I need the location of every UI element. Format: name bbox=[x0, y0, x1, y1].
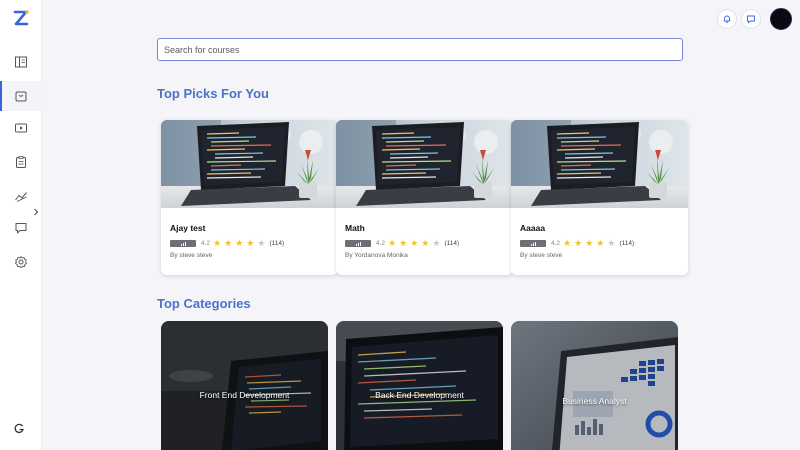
level-bars-icon bbox=[345, 240, 371, 247]
course-thumbnail bbox=[336, 120, 513, 208]
course-thumbnail bbox=[161, 120, 338, 208]
search-input[interactable] bbox=[157, 38, 683, 61]
star-icon: ★ bbox=[388, 238, 397, 248]
g-icon[interactable] bbox=[13, 423, 25, 435]
logo[interactable] bbox=[12, 9, 30, 27]
course-author: By steve steve bbox=[520, 252, 563, 259]
top-categories-heading: Top Categories bbox=[157, 296, 251, 311]
rating-value: 4.2 bbox=[201, 240, 211, 247]
category-card[interactable]: Back End Development bbox=[336, 321, 503, 450]
sidebar-item-settings[interactable] bbox=[0, 247, 42, 277]
chat-icon bbox=[15, 223, 27, 234]
shopping-bag-icon bbox=[15, 91, 27, 102]
course-author: By Yordanova Monika bbox=[345, 252, 408, 259]
category-image bbox=[336, 321, 503, 450]
course-title: Math bbox=[345, 223, 365, 233]
settings-icon bbox=[15, 256, 27, 268]
rating-value: 4.2 bbox=[551, 240, 561, 247]
sidebar-collapse-toggle[interactable] bbox=[32, 206, 40, 218]
star-empty-icon: ★ bbox=[257, 238, 266, 248]
sidebar-item-shop[interactable] bbox=[0, 81, 42, 111]
course-title: Aaaaa bbox=[520, 223, 546, 233]
user-avatar[interactable] bbox=[770, 8, 792, 30]
course-card[interactable]: Math 4.2 ★ ★ ★ ★ ★ (114) By Yordanova Mo… bbox=[336, 120, 513, 275]
level-bars-icon bbox=[520, 240, 546, 247]
category-card[interactable]: Front End Development bbox=[161, 321, 328, 450]
rating-value: 4.2 bbox=[376, 240, 386, 247]
chevron-right-icon bbox=[34, 208, 39, 216]
message-icon bbox=[747, 15, 755, 24]
clipboard-icon bbox=[16, 156, 26, 168]
star-empty-icon: ★ bbox=[607, 238, 616, 248]
level-bars-icon bbox=[170, 240, 196, 247]
category-label: Front End Development bbox=[199, 390, 290, 400]
category-label: Back End Development bbox=[375, 390, 464, 400]
analytics-icon bbox=[15, 192, 27, 202]
star-empty-icon: ★ bbox=[432, 238, 441, 248]
review-count: (114) bbox=[269, 240, 285, 247]
star-icon: ★ bbox=[399, 238, 408, 248]
star-icon: ★ bbox=[224, 238, 233, 248]
category-label: Business Analyst bbox=[562, 396, 627, 406]
rating-row: 4.2 ★ ★ ★ ★ ★ (114) bbox=[170, 239, 284, 248]
star-icon: ★ bbox=[421, 238, 430, 248]
category-image bbox=[511, 321, 678, 450]
star-icon: ★ bbox=[563, 238, 572, 248]
sidebar-item-library[interactable] bbox=[0, 47, 42, 77]
category-card[interactable]: Business Analyst bbox=[511, 321, 678, 450]
rating-row: 4.2 ★ ★ ★ ★ ★ (114) bbox=[520, 239, 634, 248]
review-count: (114) bbox=[619, 240, 635, 247]
star-icon: ★ bbox=[410, 238, 419, 248]
sidebar bbox=[0, 0, 42, 450]
course-title: Ajay test bbox=[170, 223, 206, 233]
star-icon: ★ bbox=[213, 238, 222, 248]
sidebar-item-tasks[interactable] bbox=[0, 147, 42, 177]
top-picks-heading: Top Picks For You bbox=[157, 86, 269, 101]
review-count: (114) bbox=[444, 240, 460, 247]
star-icon: ★ bbox=[246, 238, 255, 248]
video-icon bbox=[15, 123, 27, 133]
course-author: By steve steve bbox=[170, 252, 213, 259]
messages-button[interactable] bbox=[741, 9, 761, 29]
book-icon bbox=[15, 56, 27, 68]
category-image bbox=[161, 321, 328, 450]
course-card[interactable]: Aaaaa 4.2 ★ ★ ★ ★ ★ (114) By steve steve bbox=[511, 120, 688, 275]
course-card[interactable]: Ajay test 4.2 ★ ★ ★ ★ ★ (114) By steve s… bbox=[161, 120, 338, 275]
sidebar-item-videos[interactable] bbox=[0, 113, 42, 143]
notifications-button[interactable] bbox=[717, 9, 737, 29]
bell-icon bbox=[723, 15, 731, 24]
course-thumbnail bbox=[511, 120, 688, 208]
star-icon: ★ bbox=[574, 238, 583, 248]
rating-row: 4.2 ★ ★ ★ ★ ★ (114) bbox=[345, 239, 459, 248]
star-icon: ★ bbox=[596, 238, 605, 248]
star-icon: ★ bbox=[585, 238, 594, 248]
star-icon: ★ bbox=[235, 238, 244, 248]
